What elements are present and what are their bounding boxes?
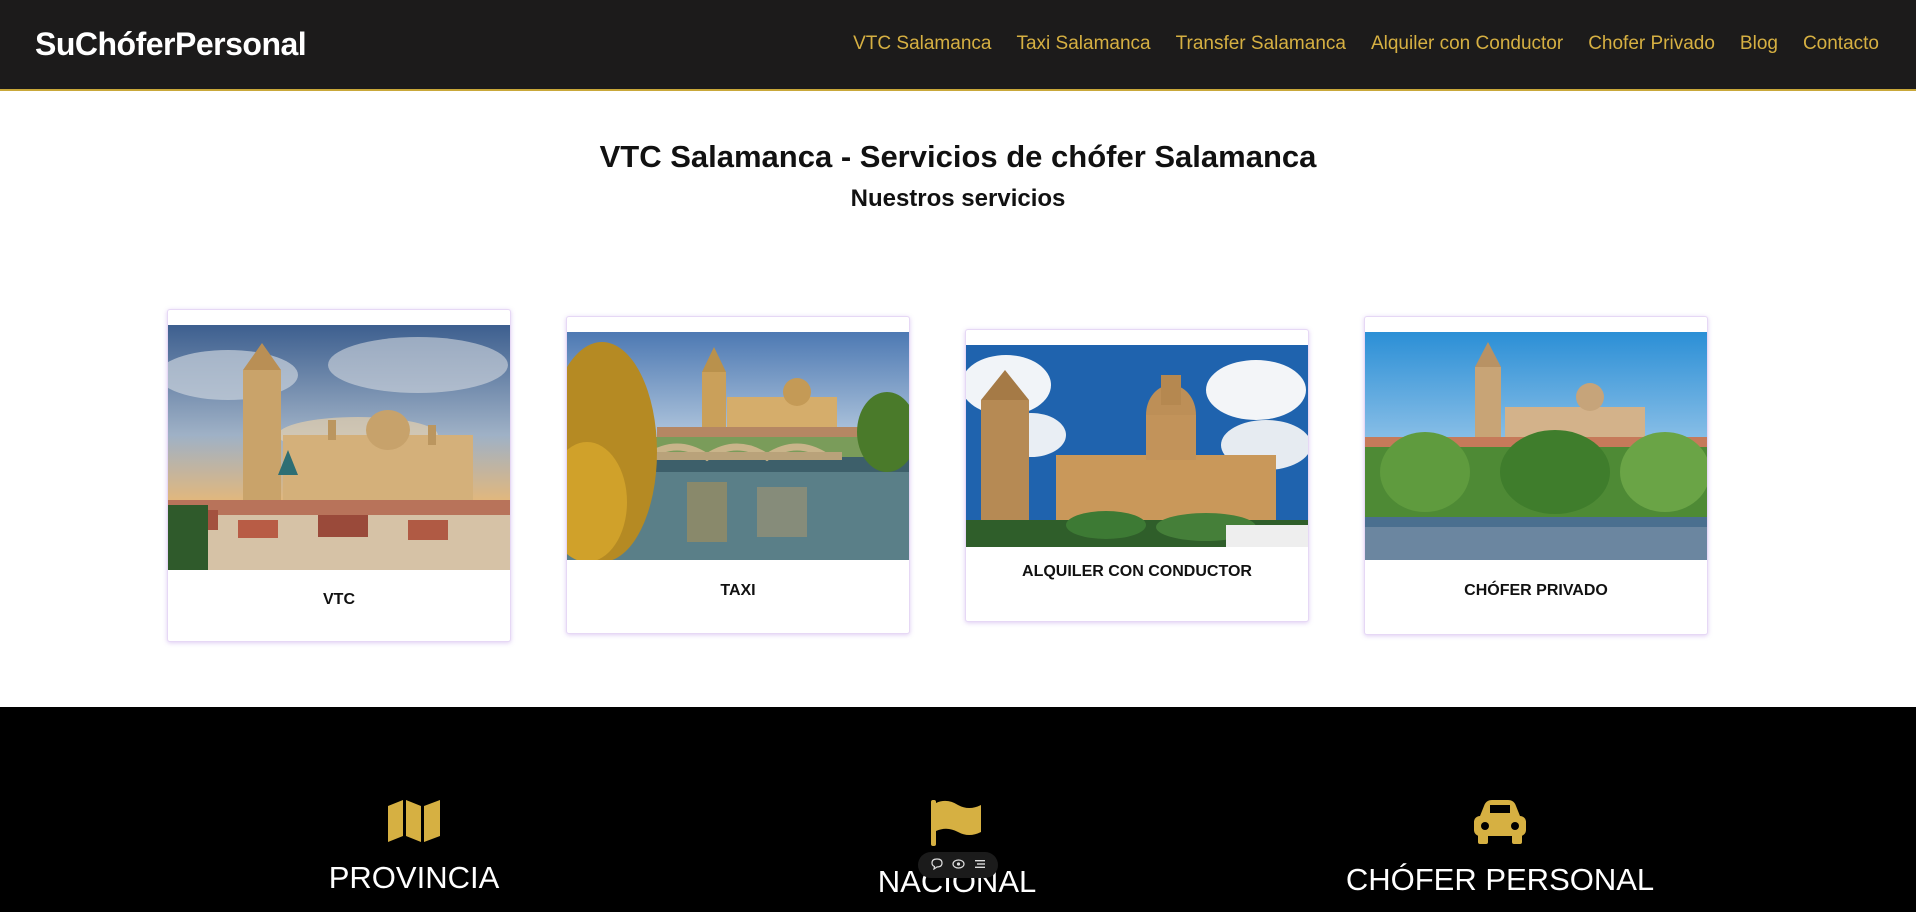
nav-link-transfer-salamanca[interactable]: Transfer Salamanca [1176, 33, 1346, 55]
feature-title: PROVINCIA [328, 860, 500, 895]
service-card-image [1365, 332, 1707, 560]
service-card-taxi[interactable]: TAXI [566, 316, 910, 634]
nav-link-alquiler-con-conductor[interactable]: Alquiler con Conductor [1371, 33, 1563, 55]
service-card-label: CHÓFER PRIVADO [1464, 582, 1608, 599]
feature-provincia: PROVINCIA [214, 800, 614, 896]
nav-link-chofer-privado[interactable]: Chofer Privado [1588, 33, 1715, 55]
service-card-label: VTC [323, 591, 355, 608]
service-card-alquiler-con-conductor[interactable]: ALQUILER CON CONDUCTOR [965, 329, 1309, 622]
service-card-image [567, 332, 909, 560]
service-card-label: TAXI [720, 582, 756, 599]
list-icon[interactable] [974, 858, 986, 873]
page-title: VTC Salamanca - Servicios de chófer Sala… [599, 139, 1317, 174]
nav-link-contacto[interactable]: Contacto [1803, 33, 1879, 55]
site-header: SuChóferPersonal VTC Salamanca Taxi Sala… [0, 0, 1916, 91]
feature-chofer-personal: CHÓFER PERSONAL [1300, 800, 1700, 898]
service-card-chofer-privado[interactable]: CHÓFER PRIVADO [1364, 316, 1708, 635]
feature-nacional: NACIONAL [757, 800, 1157, 900]
nav-link-taxi-salamanca[interactable]: Taxi Salamanca [1016, 33, 1150, 55]
feature-title: CHÓFER PERSONAL [1345, 862, 1655, 897]
service-card-image [168, 325, 510, 570]
flag-icon [931, 800, 981, 846]
floating-toolbar [918, 852, 998, 878]
nav-link-blog[interactable]: Blog [1740, 33, 1778, 55]
site-logo[interactable]: SuChóferPersonal [35, 26, 307, 63]
car-icon [1474, 800, 1526, 844]
comment-icon[interactable] [930, 857, 943, 873]
eye-icon[interactable] [951, 858, 965, 873]
section-subtitle: Nuestros servicios [850, 185, 1066, 212]
map-icon [388, 800, 440, 842]
service-card-label: ALQUILER CON CONDUCTOR [1022, 563, 1252, 580]
service-card-vtc[interactable]: VTC [167, 309, 511, 642]
service-card-image [966, 345, 1308, 547]
main-nav: VTC Salamanca Taxi Salamanca Transfer Sa… [853, 33, 1879, 55]
nav-link-vtc-salamanca[interactable]: VTC Salamanca [853, 33, 991, 55]
